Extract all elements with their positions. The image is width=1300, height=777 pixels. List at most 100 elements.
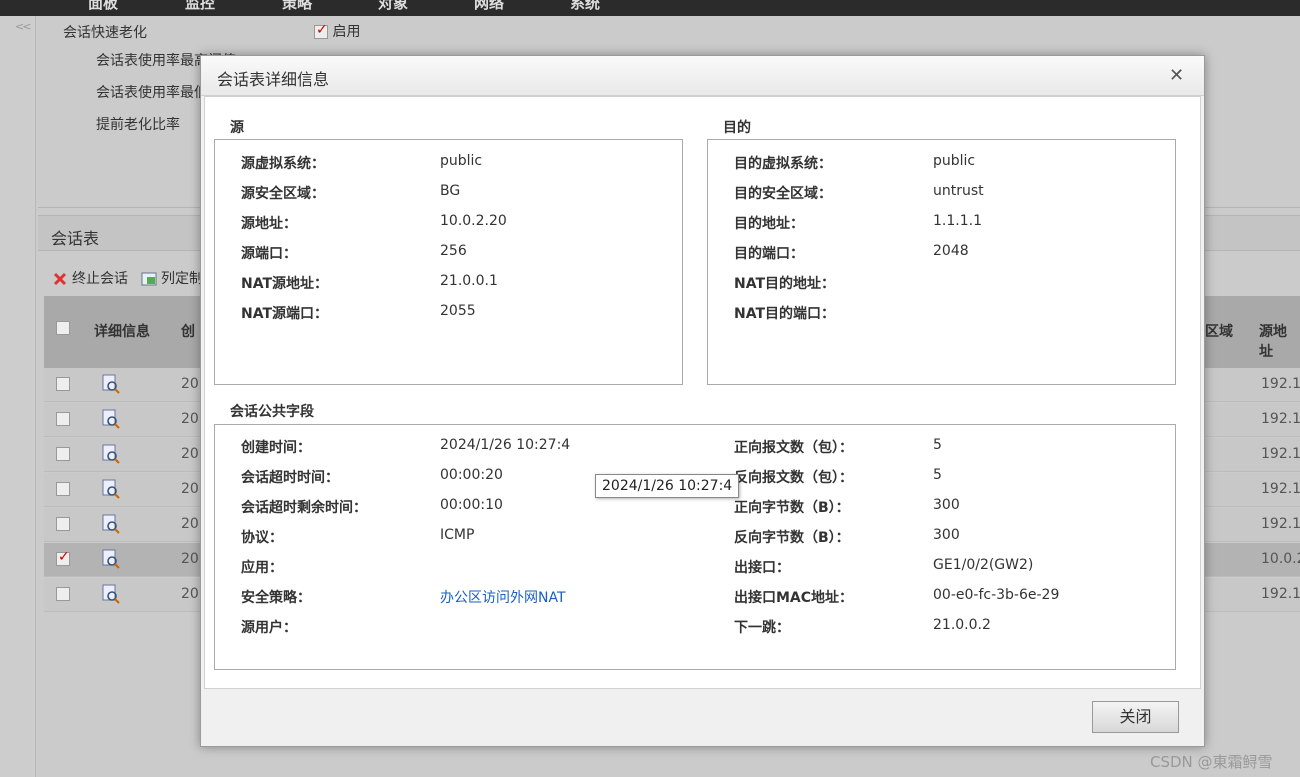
detail-magnifier-icon[interactable] — [102, 374, 120, 394]
close-button[interactable]: 关闭 — [1092, 701, 1179, 733]
field-value: 1.1.1.1 — [933, 213, 982, 229]
row-created: 20 — [181, 481, 199, 497]
detail-magnifier-icon[interactable] — [102, 584, 120, 604]
row-src-addr: 192.16 — [1261, 516, 1300, 532]
field-label: 目的安全区域： — [734, 186, 832, 202]
field-label: NAT源端口： — [241, 306, 329, 322]
terminate-session-button[interactable]: 终止会话 — [52, 268, 128, 288]
common-box — [214, 424, 1176, 670]
field-value: 256 — [440, 243, 467, 259]
fast-aging-enable-label: 启用 — [332, 24, 361, 40]
field-label: 目的地址： — [734, 216, 804, 232]
row-created: 20 — [181, 376, 199, 392]
field-label: 源安全区域： — [241, 186, 325, 202]
field-label: NAT目的端口： — [734, 306, 836, 322]
field-value: 21.0.0.2 — [933, 617, 991, 633]
field-value: public — [440, 153, 483, 169]
field-value: 5 — [933, 437, 942, 453]
common-section-title: 会话公共字段 — [230, 404, 314, 420]
field-label: 正向字节数（B）： — [734, 500, 850, 516]
row-checkbox[interactable] — [56, 587, 70, 601]
field-value: 300 — [933, 497, 960, 513]
row-src-addr: 10.0.2 — [1261, 551, 1300, 567]
tooltip: 2024/1/26 10:27:4 — [595, 474, 740, 498]
field-label: 出接口： — [734, 560, 790, 576]
fast-aging-checkbox[interactable] — [314, 22, 328, 39]
detail-magnifier-icon[interactable] — [102, 444, 120, 464]
row-created: 20 — [181, 551, 199, 567]
row-created: 20 — [181, 411, 199, 427]
nav-item-network[interactable]: 网络 — [474, 0, 504, 13]
field-label: NAT目的地址： — [734, 276, 836, 292]
row-src-addr: 192.16 — [1261, 376, 1300, 392]
field-label: 源虚拟系统： — [241, 156, 325, 172]
row-checkbox[interactable] — [56, 482, 70, 496]
field-label: 正向报文数（包）： — [734, 440, 853, 456]
field-label: 出接口MAC地址： — [734, 590, 854, 606]
row-created: 20 — [181, 586, 199, 602]
collapse-icon[interactable]: << — [15, 20, 32, 33]
session-table-title: 会话表 — [51, 229, 100, 248]
col-created[interactable]: 创 — [181, 321, 195, 341]
detail-magnifier-icon[interactable] — [102, 549, 120, 569]
row-src-addr: 192.16 — [1261, 481, 1300, 497]
fast-aging-toggle[interactable]: 启用 — [314, 21, 360, 41]
fast-aging-label: 会话快速老化 — [63, 25, 147, 41]
field-value: 00:00:20 — [440, 467, 503, 483]
row-created: 20 — [181, 516, 199, 532]
source-section-title: 源 — [230, 120, 244, 136]
nav-item-monitor[interactable]: 监控 — [185, 0, 215, 13]
field-label: 协议： — [241, 530, 283, 546]
field-value: 10.0.2.20 — [440, 213, 507, 229]
select-all-checkbox[interactable] — [56, 321, 70, 335]
field-value: 21.0.0.1 — [440, 273, 498, 289]
field-value: 2024/1/26 10:27:4 — [440, 437, 571, 453]
field-label: 会话超时剩余时间： — [241, 500, 367, 516]
dialog-title: 会话表详细信息 — [217, 70, 330, 89]
field-label: 源端口： — [241, 246, 297, 262]
row-src-addr: 192.16 — [1261, 446, 1300, 462]
field-value: 300 — [933, 527, 960, 543]
column-custom-label: 列定制 — [161, 271, 203, 287]
close-icon[interactable]: ✕ — [1169, 65, 1184, 86]
row-checkbox[interactable] — [56, 377, 70, 391]
field-label: NAT源地址： — [241, 276, 329, 292]
field-value: GE1/0/2(GW2) — [933, 557, 1034, 573]
col-zone[interactable]: 区域 — [1205, 321, 1233, 341]
column-custom-button[interactable]: 列定制 — [141, 268, 203, 288]
detail-magnifier-icon[interactable] — [102, 514, 120, 534]
nav-item-policy[interactable]: 策略 — [282, 0, 312, 13]
security-policy-link[interactable]: 办公区访问外网NAT — [440, 587, 566, 607]
row-checkbox[interactable] — [56, 549, 70, 566]
col-details: 详细信息 — [94, 324, 150, 340]
field-label: 下一跳： — [734, 620, 790, 636]
field-value: ICMP — [440, 527, 475, 543]
field-value: 2048 — [933, 243, 969, 259]
field-label: 目的虚拟系统： — [734, 156, 832, 172]
field-value: 00:00:10 — [440, 497, 503, 513]
field-label: 目的端口： — [734, 246, 804, 262]
row-checkbox[interactable] — [56, 517, 70, 531]
row-created: 20 — [181, 446, 199, 462]
destination-section-title: 目的 — [723, 120, 751, 136]
col-src-addr[interactable]: 源地址 — [1259, 321, 1300, 361]
detail-magnifier-icon[interactable] — [102, 409, 120, 429]
field-label: 源用户： — [241, 620, 297, 636]
session-detail-dialog: 会话表详细信息 ✕ 源 源虚拟系统： public 源安全区域： BG 源地址： 10.0… — [200, 55, 1205, 747]
field-label: 源地址： — [241, 216, 297, 232]
field-label: 应用： — [241, 560, 283, 576]
nav-item-system[interactable]: 系统 — [570, 0, 600, 13]
field-value: 00-e0-fc-3b-6e-29 — [933, 587, 1060, 603]
row-checkbox[interactable] — [56, 412, 70, 426]
row-src-addr: 192.16 — [1261, 586, 1300, 602]
watermark: CSDN @東霜鲟雪 — [1150, 753, 1273, 771]
nav-item-dashboard[interactable]: 面板 — [88, 0, 118, 13]
dialog-footer: 关闭 — [201, 689, 1204, 746]
columns-icon — [141, 272, 157, 286]
nav-item-objects[interactable]: 对象 — [378, 0, 408, 13]
field-label: 反向报文数（包）： — [734, 470, 853, 486]
row-checkbox[interactable] — [56, 447, 70, 461]
left-rail: << — [0, 16, 36, 777]
detail-magnifier-icon[interactable] — [102, 479, 120, 499]
field-value: BG — [440, 183, 461, 199]
